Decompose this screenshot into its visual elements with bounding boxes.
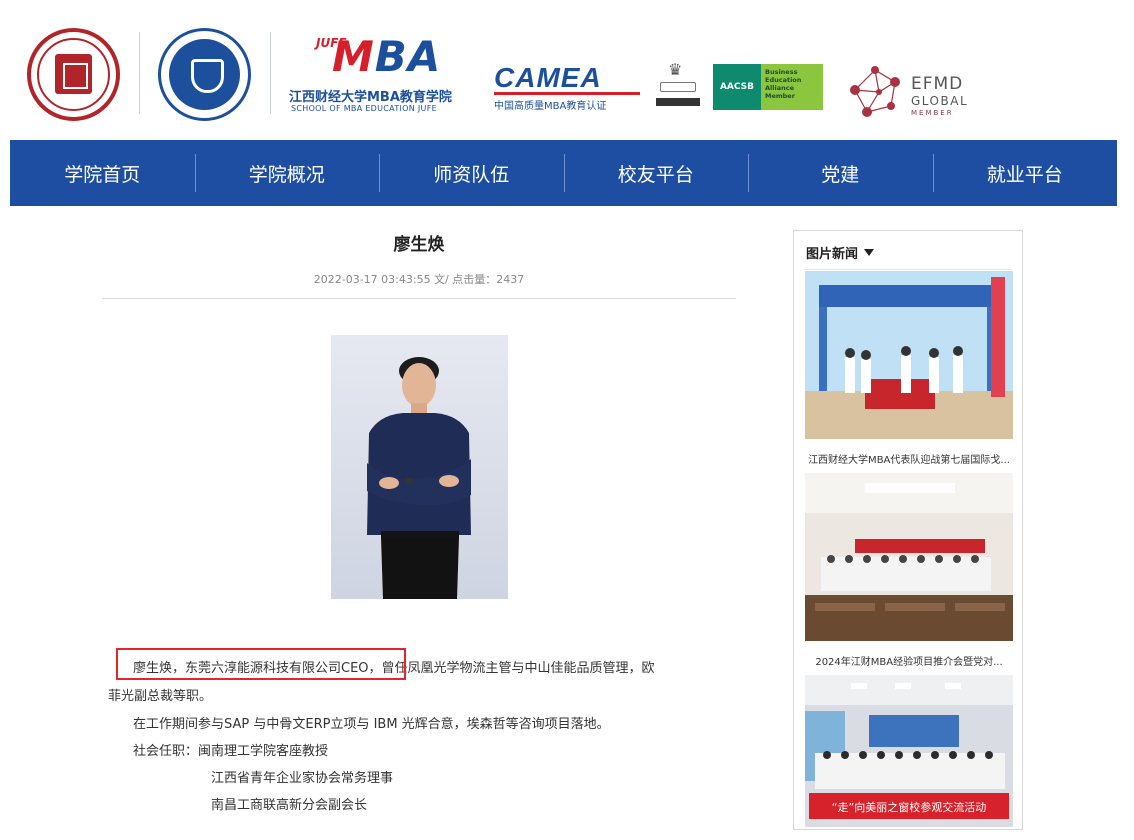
emblem-symbol-icon — [191, 59, 224, 93]
camea-underline — [494, 92, 640, 95]
portrait-photo — [331, 335, 508, 599]
header-divider — [139, 32, 140, 114]
bio-paragraph-4: 江西省青年企业家协会常务理事 — [211, 771, 394, 786]
site-header: JUFE MBA 江西财经大学MBA教育学院 SCHOOL OF MBA EDU… — [0, 0, 1134, 138]
news-photo: “走”向美丽之窗校参观交流活动 — [805, 675, 1013, 827]
university-seal-logo[interactable] — [27, 28, 120, 121]
crown-accreditation-logo[interactable]: ♛ — [654, 60, 702, 108]
nav-item-overview[interactable]: 学院概况 — [194, 140, 380, 206]
mba-logo-chinese-name: 江西财经大学MBA教育学院 — [289, 90, 452, 105]
caret-down-icon — [864, 249, 875, 256]
efmd-line2: GLOBAL — [911, 94, 969, 108]
photo-news-sidebar: 图片新闻 江西财经大学MBA代表队迎战第七届国际戈... 2024年江财MBA经… — [793, 230, 1023, 830]
news-photo — [805, 271, 1013, 439]
news-caption-2[interactable]: 2024年江财MBA经验项目推介会暨党对... — [805, 653, 1013, 668]
bio-paragraph-3: 社会任职：闽南理工学院客座教授 — [133, 744, 329, 759]
crown-icon: ♛ — [668, 60, 683, 79]
sidebar-title-text: 图片新闻 — [806, 247, 859, 262]
seal-emblem-icon — [55, 54, 92, 94]
bio-text: 曾任凤凰光学物流主管与中山佳能品质管理，欧 — [381, 661, 655, 676]
aacsb-mark: AACSB — [713, 64, 761, 110]
camea-word: CAMEA — [494, 62, 602, 93]
bio-paragraph-2: 在工作期间参与SAP 与中骨文ERP立项与 IBM 光辉合意，埃森哲等咨询项目落… — [133, 717, 610, 732]
article-title: 廖生焕 — [393, 235, 445, 255]
bio-paragraph-1-cont: 菲光副总裁等职。 — [108, 689, 213, 704]
nav-item-party[interactable]: 党建 — [748, 140, 933, 206]
camea-subtitle: 中国高质量MBA教育认证 — [494, 101, 607, 112]
nav-item-alumni[interactable]: 校友平台 — [563, 140, 749, 206]
mba-logo-word: MBA — [332, 32, 442, 81]
nav-item-home[interactable]: 学院首页 — [10, 140, 195, 206]
news-image-1[interactable] — [805, 271, 1013, 439]
highlight-annotation-box — [116, 648, 406, 680]
efmd-line3: MEMBER — [911, 109, 954, 117]
camea-logo[interactable]: CAMEA 中国高质量MBA教育认证 — [494, 60, 644, 112]
news-photo — [805, 473, 1013, 641]
person-figure — [367, 357, 471, 599]
school-emblem-logo[interactable] — [158, 28, 251, 121]
efmd-line1: EFMD — [911, 74, 964, 94]
nav-item-faculty[interactable]: 师资队伍 — [379, 140, 564, 206]
sidebar-divider — [804, 269, 1012, 270]
article-meta: 2022-03-17 03:43:55 文/ 点击量：2437 — [313, 273, 525, 286]
header-divider — [270, 32, 271, 114]
crown-plaque — [660, 82, 696, 92]
news-image-3[interactable]: “走”向美丽之窗校参观交流活动 — [805, 675, 1013, 827]
mba-school-logo[interactable]: JUFE MBA 江西财经大学MBA教育学院 SCHOOL OF MBA EDU… — [284, 26, 474, 118]
news-banner-text: “走”向美丽之窗校参观交流活动 — [832, 800, 986, 814]
mba-logo-english-name: SCHOOL OF MBA EDUCATION JUFE — [291, 104, 437, 113]
news-image-2[interactable] — [805, 473, 1013, 641]
sidebar-title[interactable]: 图片新闻 — [806, 243, 875, 262]
crown-base — [656, 98, 700, 106]
news-caption-1[interactable]: 江西财经大学MBA代表队迎战第七届国际戈... — [805, 451, 1013, 466]
emblem-ring — [169, 39, 240, 110]
article-divider — [102, 298, 736, 299]
network-icon — [850, 66, 900, 117]
nav-item-careers[interactable]: 就业平台 — [932, 140, 1118, 206]
aacsb-text: Business Education Alliance Member — [761, 64, 823, 110]
main-nav: 学院首页 学院概况 师资队伍 校友平台 党建 就业平台 — [10, 140, 1117, 206]
efmd-logo[interactable]: EFMD GLOBAL MEMBER — [845, 60, 985, 118]
aacsb-logo[interactable]: AACSB Business Education Alliance Member — [713, 64, 823, 110]
bio-paragraph-5: 南昌工商联高新分会副会长 — [211, 798, 368, 813]
